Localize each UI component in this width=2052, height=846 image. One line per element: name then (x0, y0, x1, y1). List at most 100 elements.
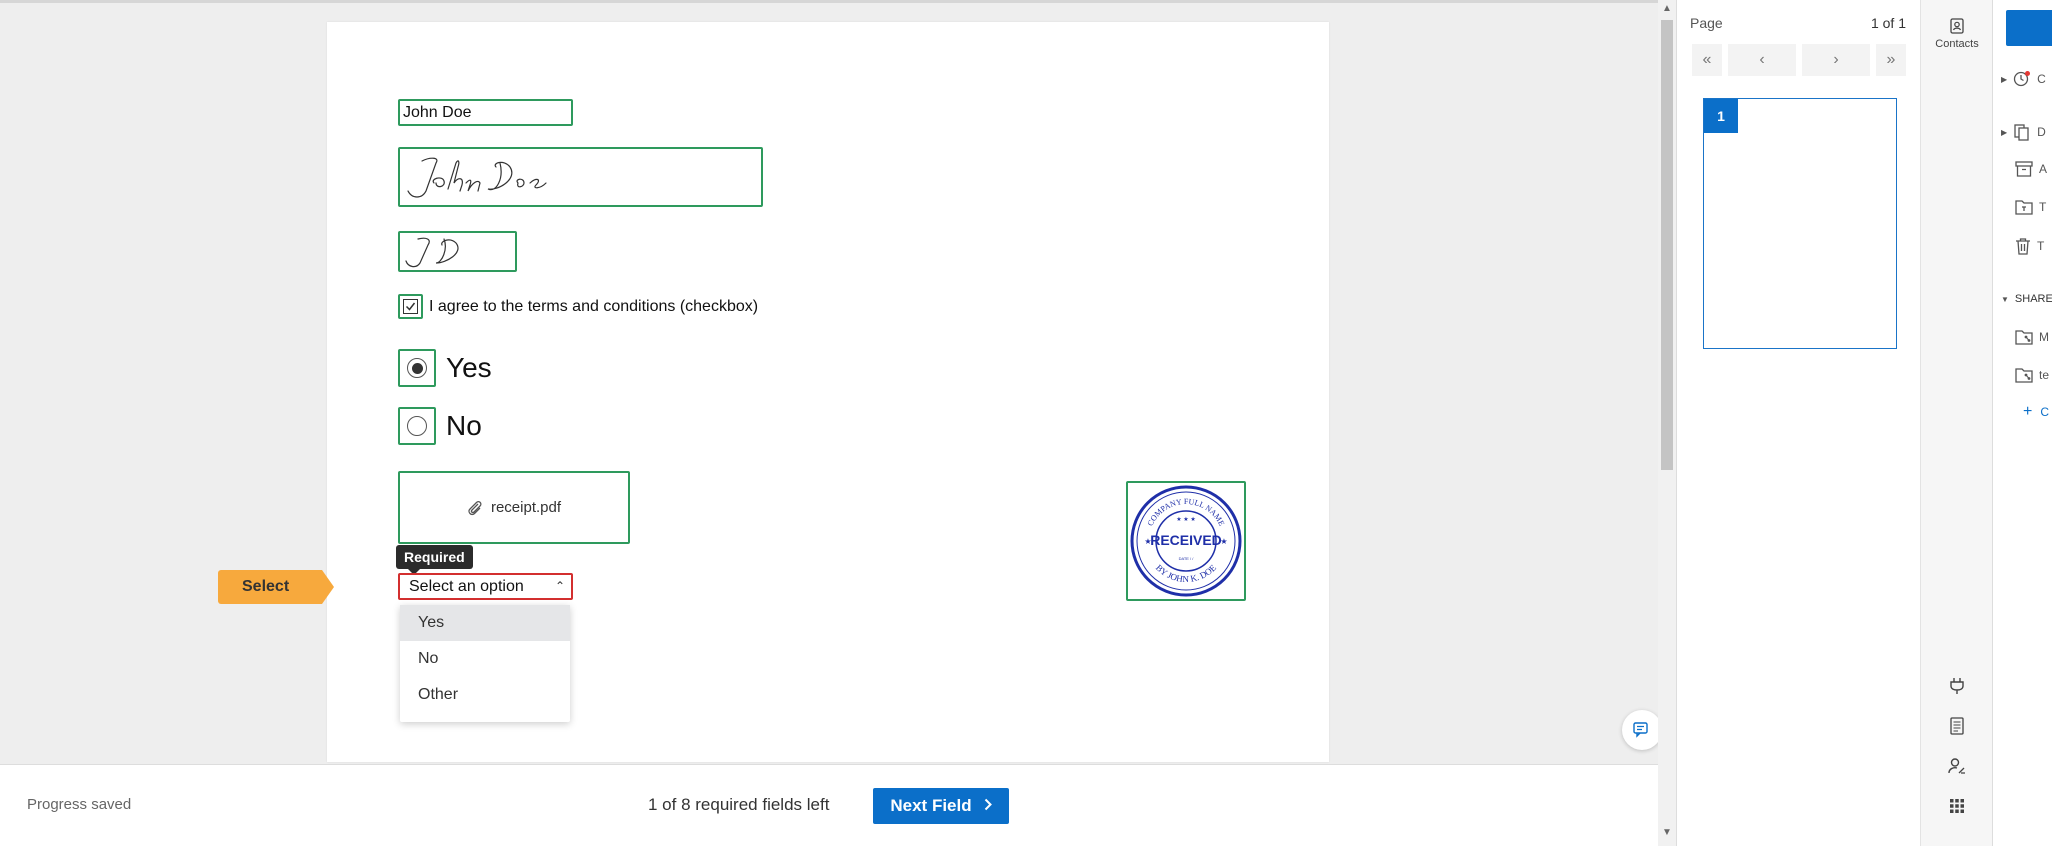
stamp-star-right-icon: ★ (1220, 537, 1227, 546)
folder-row-label: T (2037, 239, 2045, 253)
radio-yes[interactable] (398, 349, 436, 387)
stamp-field[interactable]: COMPANY FULL NAME BY JOHN K. DOE RECEIVE… (1126, 481, 1246, 601)
right-icon-rail: Contacts (1920, 0, 1992, 846)
terms-checkbox-label: I agree to the terms and conditions (che… (429, 297, 759, 315)
document-list-icon[interactable] (1947, 716, 1967, 736)
contacts-label: Contacts (1935, 38, 1979, 50)
shared-section-label: SHARE (2014, 293, 2052, 305)
apps-grid-icon[interactable] (1947, 796, 1967, 816)
checkmark-icon (403, 299, 418, 314)
previous-page-button[interactable]: ‹ (1728, 44, 1796, 76)
required-fields-counter: 1 of 8 required fields left (648, 795, 830, 814)
paperclip-icon (467, 499, 483, 517)
next-page-button[interactable]: › (1802, 44, 1870, 76)
double-chevron-left-icon: « (1702, 51, 1712, 68)
create-shared-folder-link[interactable]: + C (2023, 403, 2049, 421)
double-chevron-right-icon: » (1886, 51, 1896, 68)
required-tooltip: Required (396, 545, 473, 575)
attachment-field[interactable]: receipt.pdf (398, 471, 630, 544)
folders-panel: ▶ C ▶ D A T T ▼ SHARE M te + C (1992, 0, 2052, 846)
radio-no[interactable] (398, 407, 436, 445)
document-viewer: John Doe I agree to the terms and condit… (0, 0, 1658, 846)
shared-folder-row[interactable]: M (2015, 329, 2049, 345)
shared-folder-icon (2015, 368, 2033, 383)
stamp-center-text: RECEIVED (1150, 532, 1222, 548)
shared-folder-label: M (2039, 330, 2049, 344)
select-placeholder: Select an option (409, 578, 524, 595)
stamp-star-left-icon: ★ (1144, 537, 1151, 546)
signature-field[interactable] (398, 147, 763, 207)
initials-image (405, 237, 459, 268)
dropdown-option-other[interactable]: Other (400, 677, 570, 713)
primary-action-button[interactable] (2006, 10, 2052, 46)
viewer-scrollbar[interactable]: ▲ ▼ (1658, 0, 1676, 846)
archive-icon (2015, 161, 2033, 177)
contacts-button[interactable]: Contacts (1921, 18, 1993, 50)
user-settings-icon[interactable] (1947, 756, 1967, 776)
chevron-left-icon: ‹ (1759, 51, 1765, 68)
page-label: Page (1690, 15, 1723, 31)
shared-folder-row[interactable]: te (2015, 367, 2049, 383)
initials-field[interactable] (398, 231, 517, 272)
scroll-up-icon[interactable]: ▲ (1662, 4, 1672, 14)
folder-row-label: T (2039, 200, 2047, 214)
name-field[interactable]: John Doe (398, 99, 573, 126)
plug-icon[interactable] (1947, 676, 1967, 696)
comments-icon (1633, 722, 1648, 738)
comments-button[interactable] (1622, 710, 1658, 750)
expand-triangle-icon: ▶ (2001, 74, 2008, 84)
radio-row-yes: Yes (398, 349, 492, 387)
first-page-button[interactable]: « (1692, 44, 1722, 76)
scroll-down-icon[interactable]: ▼ (1662, 828, 1672, 838)
documents-icon (2014, 124, 2029, 141)
terms-checkbox-row: I agree to the terms and conditions (che… (398, 293, 758, 320)
stamp-date-text: DATE / / (1179, 556, 1195, 561)
shared-folder-icon (2015, 330, 2033, 345)
folder-row-templates[interactable]: T (2015, 199, 2046, 215)
dropdown-select-field[interactable]: Select an option ⌃ (398, 573, 573, 600)
dropdown-menu: Yes No Other (400, 605, 570, 722)
chevron-right-icon: › (1833, 51, 1839, 68)
folder-row-archive[interactable]: A (2015, 161, 2047, 177)
contacts-icon (1950, 18, 1964, 34)
trash-icon (2016, 238, 2030, 255)
plus-icon: + (2023, 403, 2033, 420)
scrollbar-thumb[interactable] (1661, 20, 1673, 470)
received-stamp-image: COMPANY FULL NAME BY JOHN K. DOE RECEIVE… (1130, 485, 1242, 597)
folder-row-label: D (2037, 125, 2046, 139)
terms-checkbox[interactable] (398, 294, 423, 319)
page-navigation-panel: Page 1 of 1 « ‹ › » 1 (1676, 0, 1920, 846)
folder-row-label: A (2039, 162, 2048, 176)
dropdown-option-yes[interactable]: Yes (400, 605, 570, 641)
folder-row-documents[interactable]: ▶ D (2001, 123, 2046, 141)
radio-no-label: No (446, 410, 482, 441)
collapse-triangle-icon: ▼ (2001, 294, 2009, 304)
shared-folder-label: te (2039, 368, 2050, 382)
chevron-right-icon (984, 796, 992, 816)
shared-section-header[interactable]: ▼ SHARE (2001, 293, 2052, 305)
page-thumbnail[interactable]: 1 (1703, 98, 1897, 349)
radio-row-no: No (398, 407, 482, 445)
folder-row-trash[interactable]: T (2015, 237, 2044, 255)
dropdown-option-no[interactable]: No (400, 641, 570, 677)
radio-circle-icon (407, 416, 427, 436)
next-field-label: Next Field (890, 796, 972, 815)
stamp-bottom-text: BY JOHN K. DOE (1154, 562, 1219, 584)
chevron-up-icon: ⌃ (554, 579, 565, 593)
last-page-button[interactable]: » (1876, 44, 1906, 76)
viewer-top-border (0, 0, 1658, 3)
stamp-stars-icon: ★ ★ ★ (1176, 516, 1195, 523)
document-page: John Doe I agree to the terms and condit… (327, 22, 1329, 762)
next-field-button[interactable]: Next Field (873, 788, 1009, 824)
attachment-filename: receipt.pdf (490, 499, 562, 516)
bottom-bar: Progress saved 1 of 8 required fields le… (0, 764, 1658, 846)
svg-text:BY JOHN K. DOE: BY JOHN K. DOE (1154, 562, 1219, 584)
current-field-marker[interactable]: Select (218, 570, 334, 604)
thumbnail-page-number: 1 (1704, 99, 1738, 133)
page-count: 1 of 1 (1870, 15, 1906, 31)
create-shared-label: C (2040, 405, 2050, 419)
template-folder-icon (2015, 200, 2033, 215)
clock-icon (2014, 71, 2031, 87)
folder-row-recent[interactable]: ▶ C (2001, 70, 2046, 88)
radio-circle-icon (407, 358, 427, 378)
